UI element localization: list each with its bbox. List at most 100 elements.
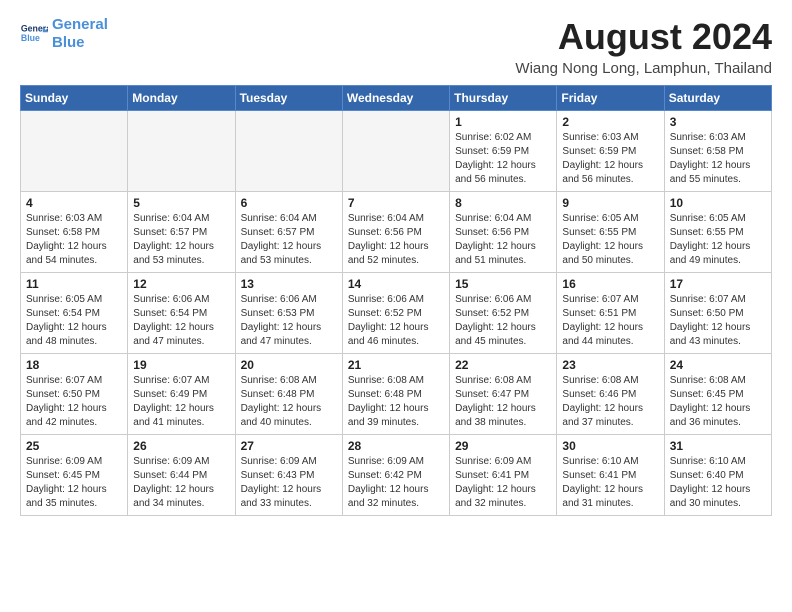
- calendar-cell: 24 Sunrise: 6:08 AM Sunset: 6:45 PM Dayli…: [664, 354, 771, 435]
- day-info: Sunrise: 6:08 AM Sunset: 6:48 PM Dayligh…: [348, 374, 444, 430]
- day-number: 11: [26, 277, 122, 291]
- day-info: Sunrise: 6:06 AM Sunset: 6:53 PM Dayligh…: [241, 293, 337, 349]
- day-number: 19: [133, 358, 229, 372]
- day-number: 6: [241, 196, 337, 210]
- day-number: 20: [241, 358, 337, 372]
- calendar-cell: 31Sunrise: 6:10 AM Sunset: 6:40 PM Dayli…: [664, 435, 771, 516]
- day-number: 22: [455, 358, 551, 372]
- calendar-cell: 6 Sunrise: 6:04 AM Sunset: 6:57 PM Daylig…: [235, 192, 342, 273]
- calendar-cell: 23 Sunrise: 6:08 AM Sunset: 6:46 PM Dayli…: [557, 354, 664, 435]
- day-number: 15: [455, 277, 551, 291]
- week-row-1: 1 Sunrise: 6:02 AM Sunset: 6:59 PM Daylig…: [21, 111, 772, 192]
- calendar-cell: 12 Sunrise: 6:06 AM Sunset: 6:54 PM Dayli…: [128, 273, 235, 354]
- day-info: Sunrise: 6:02 AM Sunset: 6:59 PM Dayligh…: [455, 131, 551, 187]
- page-header: General Blue General Blue August 2024 Wi…: [20, 16, 772, 77]
- day-info: Sunrise: 6:09 AM Sunset: 6:44 PM Dayligh…: [133, 455, 229, 511]
- calendar-cell: [235, 111, 342, 192]
- weekday-header-friday: Friday: [557, 86, 664, 111]
- calendar-cell: 16 Sunrise: 6:07 AM Sunset: 6:51 PM Dayli…: [557, 273, 664, 354]
- day-number: 26: [133, 439, 229, 453]
- weekday-header-row: SundayMondayTuesdayWednesdayThursdayFrid…: [21, 86, 772, 111]
- week-row-5: 25Sunrise: 6:09 AM Sunset: 6:45 PM Dayli…: [21, 435, 772, 516]
- title-block: August 2024 Wiang Nong Long, Lamphun, Th…: [515, 16, 772, 77]
- weekday-header-monday: Monday: [128, 86, 235, 111]
- logo-line1: General: [52, 16, 108, 33]
- day-number: 23: [562, 358, 658, 372]
- calendar-cell: 10 Sunrise: 6:05 AM Sunset: 6:55 PM Dayli…: [664, 192, 771, 273]
- day-info: Sunrise: 6:06 AM Sunset: 6:54 PM Dayligh…: [133, 293, 229, 349]
- calendar-cell: 17Sunrise: 6:07 AM Sunset: 6:50 PM Dayli…: [664, 273, 771, 354]
- calendar-cell: 21Sunrise: 6:08 AM Sunset: 6:48 PM Dayli…: [342, 354, 449, 435]
- day-number: 4: [26, 196, 122, 210]
- logo-icon: General Blue: [20, 20, 48, 48]
- day-info: Sunrise: 6:03 AM Sunset: 6:58 PM Dayligh…: [26, 212, 122, 268]
- day-info: Sunrise: 6:04 AM Sunset: 6:57 PM Dayligh…: [241, 212, 337, 268]
- calendar-cell: 8Sunrise: 6:04 AM Sunset: 6:56 PM Daylig…: [450, 192, 557, 273]
- calendar-cell: 30Sunrise: 6:10 AM Sunset: 6:41 PM Dayli…: [557, 435, 664, 516]
- day-info: Sunrise: 6:07 AM Sunset: 6:50 PM Dayligh…: [26, 374, 122, 430]
- calendar-cell: 27 Sunrise: 6:09 AM Sunset: 6:43 PM Dayli…: [235, 435, 342, 516]
- calendar-cell: 19Sunrise: 6:07 AM Sunset: 6:49 PM Dayli…: [128, 354, 235, 435]
- day-info: Sunrise: 6:06 AM Sunset: 6:52 PM Dayligh…: [348, 293, 444, 349]
- calendar-cell: [21, 111, 128, 192]
- day-info: Sunrise: 6:05 AM Sunset: 6:55 PM Dayligh…: [562, 212, 658, 268]
- day-number: 14: [348, 277, 444, 291]
- day-info: Sunrise: 6:10 AM Sunset: 6:40 PM Dayligh…: [670, 455, 766, 511]
- day-info: Sunrise: 6:05 AM Sunset: 6:54 PM Dayligh…: [26, 293, 122, 349]
- week-row-2: 4 Sunrise: 6:03 AM Sunset: 6:58 PM Daylig…: [21, 192, 772, 273]
- day-number: 25: [26, 439, 122, 453]
- calendar-cell: 15 Sunrise: 6:06 AM Sunset: 6:52 PM Dayli…: [450, 273, 557, 354]
- calendar-cell: [128, 111, 235, 192]
- calendar-cell: 22 Sunrise: 6:08 AM Sunset: 6:47 PM Dayli…: [450, 354, 557, 435]
- day-info: Sunrise: 6:04 AM Sunset: 6:56 PM Dayligh…: [455, 212, 551, 268]
- day-info: Sunrise: 6:08 AM Sunset: 6:47 PM Dayligh…: [455, 374, 551, 430]
- week-row-4: 18Sunrise: 6:07 AM Sunset: 6:50 PM Dayli…: [21, 354, 772, 435]
- day-info: Sunrise: 6:03 AM Sunset: 6:59 PM Dayligh…: [562, 131, 658, 187]
- day-info: Sunrise: 6:06 AM Sunset: 6:52 PM Dayligh…: [455, 293, 551, 349]
- weekday-header-sunday: Sunday: [21, 86, 128, 111]
- day-info: Sunrise: 6:09 AM Sunset: 6:42 PM Dayligh…: [348, 455, 444, 511]
- day-number: 1: [455, 115, 551, 129]
- calendar-cell: 9 Sunrise: 6:05 AM Sunset: 6:55 PM Daylig…: [557, 192, 664, 273]
- logo-text: General Blue: [52, 16, 108, 52]
- day-number: 9: [562, 196, 658, 210]
- day-number: 24: [670, 358, 766, 372]
- day-info: Sunrise: 6:09 AM Sunset: 6:41 PM Dayligh…: [455, 455, 551, 511]
- calendar-table: SundayMondayTuesdayWednesdayThursdayFrid…: [20, 85, 772, 516]
- logo-line2: Blue: [52, 34, 85, 51]
- day-number: 16: [562, 277, 658, 291]
- calendar-cell: 13Sunrise: 6:06 AM Sunset: 6:53 PM Dayli…: [235, 273, 342, 354]
- calendar-cell: 11 Sunrise: 6:05 AM Sunset: 6:54 PM Dayli…: [21, 273, 128, 354]
- day-info: Sunrise: 6:10 AM Sunset: 6:41 PM Dayligh…: [562, 455, 658, 511]
- day-number: 5: [133, 196, 229, 210]
- day-info: Sunrise: 6:08 AM Sunset: 6:45 PM Dayligh…: [670, 374, 766, 430]
- calendar-title: August 2024: [515, 16, 772, 58]
- day-number: 29: [455, 439, 551, 453]
- calendar-cell: 20Sunrise: 6:08 AM Sunset: 6:48 PM Dayli…: [235, 354, 342, 435]
- day-number: 2: [562, 115, 658, 129]
- calendar-cell: 29 Sunrise: 6:09 AM Sunset: 6:41 PM Dayli…: [450, 435, 557, 516]
- day-info: Sunrise: 6:05 AM Sunset: 6:55 PM Dayligh…: [670, 212, 766, 268]
- day-info: Sunrise: 6:07 AM Sunset: 6:51 PM Dayligh…: [562, 293, 658, 349]
- day-info: Sunrise: 6:09 AM Sunset: 6:43 PM Dayligh…: [241, 455, 337, 511]
- weekday-header-thursday: Thursday: [450, 86, 557, 111]
- day-info: Sunrise: 6:07 AM Sunset: 6:50 PM Dayligh…: [670, 293, 766, 349]
- day-number: 10: [670, 196, 766, 210]
- calendar-cell: [342, 111, 449, 192]
- calendar-cell: 1 Sunrise: 6:02 AM Sunset: 6:59 PM Daylig…: [450, 111, 557, 192]
- calendar-cell: 3 Sunrise: 6:03 AM Sunset: 6:58 PM Daylig…: [664, 111, 771, 192]
- day-number: 28: [348, 439, 444, 453]
- calendar-cell: 18Sunrise: 6:07 AM Sunset: 6:50 PM Dayli…: [21, 354, 128, 435]
- day-number: 27: [241, 439, 337, 453]
- calendar-subtitle: Wiang Nong Long, Lamphun, Thailand: [515, 60, 772, 77]
- day-info: Sunrise: 6:08 AM Sunset: 6:46 PM Dayligh…: [562, 374, 658, 430]
- day-number: 12: [133, 277, 229, 291]
- calendar-cell: 7Sunrise: 6:04 AM Sunset: 6:56 PM Daylig…: [342, 192, 449, 273]
- calendar-cell: 4 Sunrise: 6:03 AM Sunset: 6:58 PM Daylig…: [21, 192, 128, 273]
- day-info: Sunrise: 6:03 AM Sunset: 6:58 PM Dayligh…: [670, 131, 766, 187]
- weekday-header-wednesday: Wednesday: [342, 86, 449, 111]
- calendar-cell: 28 Sunrise: 6:09 AM Sunset: 6:42 PM Dayli…: [342, 435, 449, 516]
- week-row-3: 11 Sunrise: 6:05 AM Sunset: 6:54 PM Dayli…: [21, 273, 772, 354]
- logo: General Blue General Blue: [20, 16, 108, 52]
- day-number: 3: [670, 115, 766, 129]
